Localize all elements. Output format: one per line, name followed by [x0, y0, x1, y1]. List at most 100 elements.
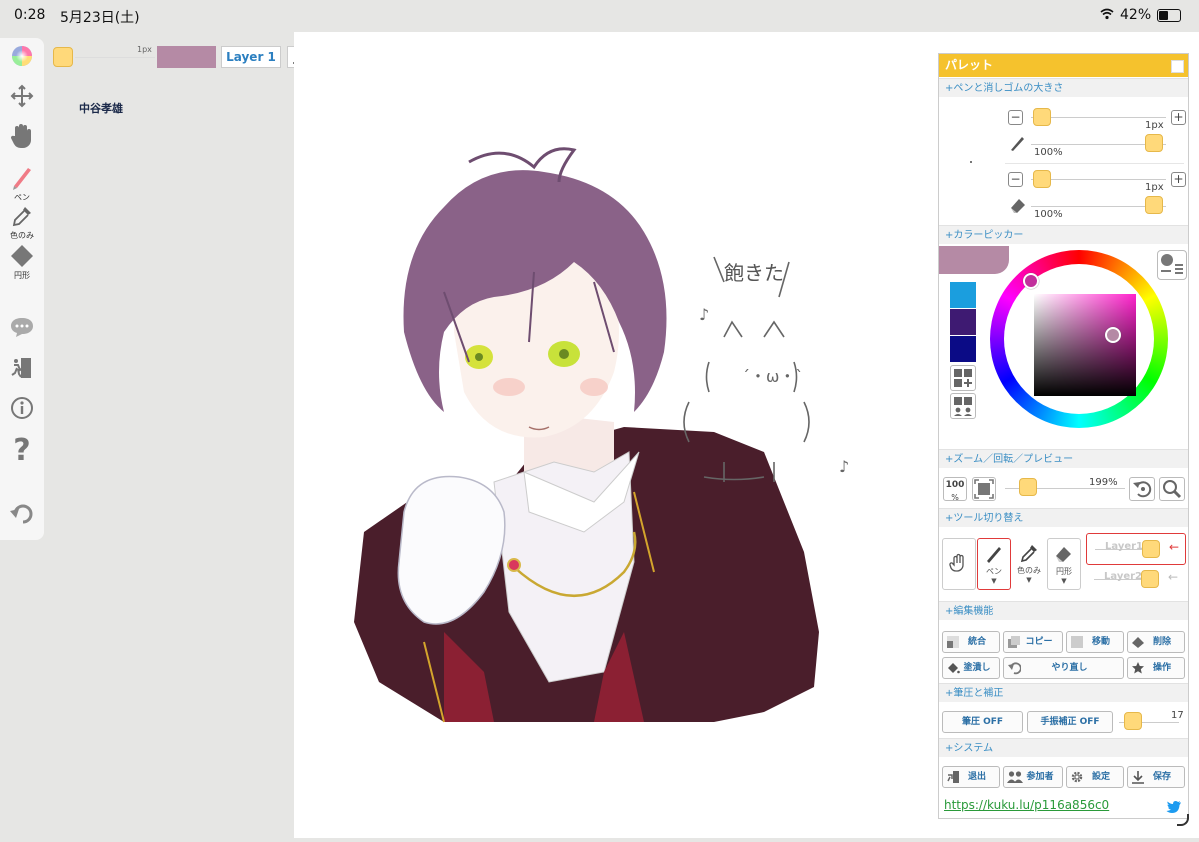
- layer-selector-button[interactable]: Layer 1: [221, 46, 281, 68]
- color-wheel-icon[interactable]: [4, 44, 40, 72]
- color-swatch[interactable]: [950, 309, 976, 335]
- zoom-value: 199%: [1089, 477, 1118, 488]
- swatch-settings-button[interactable]: [950, 393, 976, 419]
- pen-size-minus-button[interactable]: −: [1008, 110, 1023, 125]
- chat-icon[interactable]: [4, 316, 40, 342]
- eraser-size-plus-button[interactable]: +: [1171, 172, 1186, 187]
- pressure-toggle-button[interactable]: 筆圧 OFF: [942, 711, 1023, 733]
- pen-opacity-value: 100%: [1034, 147, 1063, 158]
- gear-icon: [1070, 770, 1084, 784]
- hand-tool-button[interactable]: [942, 538, 976, 590]
- add-swatch-button[interactable]: [950, 365, 976, 391]
- pen-tool-dropdown-icon: ▼: [991, 577, 997, 585]
- eraser-opacity-value: 100%: [1034, 209, 1063, 220]
- pen-opacity-knob[interactable]: [1145, 134, 1163, 152]
- eraser-size-slider[interactable]: [1031, 179, 1166, 180]
- layer-2-row[interactable]: Layer2 ←: [1086, 566, 1186, 592]
- settings-button-label: 設定: [1091, 772, 1110, 782]
- save-button[interactable]: 保存: [1127, 766, 1185, 788]
- copy-button[interactable]: コピー: [1003, 631, 1063, 653]
- pen-eraser-section-header[interactable]: +ペンと消しゴムの大きさ: [939, 78, 1188, 97]
- color-swatch[interactable]: [950, 336, 976, 362]
- preview-button[interactable]: [1159, 477, 1185, 501]
- brush-size-knob[interactable]: [53, 47, 73, 67]
- delete-button[interactable]: 削除: [1127, 631, 1185, 653]
- edit-section-header[interactable]: +編集機能: [939, 601, 1188, 620]
- merge-button[interactable]: 統合: [942, 631, 1000, 653]
- pen-tool[interactable]: ペン: [4, 164, 40, 203]
- wifi-icon: [1100, 8, 1114, 24]
- exit-icon[interactable]: [4, 356, 40, 384]
- svg-text:飽きた: 飽きた: [724, 261, 784, 285]
- layer-2-name: Layer2: [1104, 571, 1143, 582]
- pen-size-slider[interactable]: [1031, 117, 1166, 118]
- action-button-label: 操作: [1152, 663, 1171, 673]
- move-button[interactable]: 移動: [1066, 631, 1124, 653]
- layer-1-opacity-knob[interactable]: [1142, 540, 1160, 558]
- color-wheel[interactable]: [990, 250, 1168, 428]
- stabilizer-knob[interactable]: [1124, 712, 1142, 730]
- participants-button[interactable]: 参加者: [1003, 766, 1063, 788]
- redo-button[interactable]: やり直し: [1003, 657, 1124, 679]
- merge-icon: [946, 635, 960, 649]
- stabilizer-toggle-button[interactable]: 手振補正 OFF: [1027, 711, 1113, 733]
- zoom-100-button[interactable]: 100 %: [943, 477, 967, 502]
- color-picker-section-header[interactable]: +カラーピッカー: [939, 225, 1188, 244]
- eyedropper-icon: [1020, 545, 1037, 563]
- eyedropper-tool-button[interactable]: 色のみ ▼: [1012, 538, 1046, 590]
- add-grid-icon: [954, 369, 972, 387]
- undo-icon[interactable]: [4, 504, 40, 530]
- current-color-swatch[interactable]: [157, 46, 216, 68]
- layer-2-opacity-knob[interactable]: [1141, 570, 1159, 588]
- palette-panel: パレット +ペンと消しゴムの大きさ − + 1px 100% − + 1px 1…: [938, 53, 1189, 826]
- settings-button[interactable]: 設定: [1066, 766, 1124, 788]
- shape-tool[interactable]: 円形: [4, 244, 40, 281]
- rotate-reset-button[interactable]: [1129, 477, 1155, 501]
- svg-text:♪: ♪: [699, 305, 709, 324]
- eraser-size-knob[interactable]: [1033, 170, 1051, 188]
- tool-switch-section-header[interactable]: +ツール切り替え: [939, 508, 1188, 527]
- hand-icon[interactable]: [4, 122, 40, 154]
- eraser-size-minus-button[interactable]: −: [1008, 172, 1023, 187]
- pen-icon: [1009, 134, 1027, 156]
- share-url-link[interactable]: https://kuku.lu/p116a856c0: [944, 798, 1109, 812]
- saturation-value-square[interactable]: [1034, 294, 1136, 396]
- svg-text:´・ω・`: ´・ω・`: [742, 367, 803, 386]
- eyedropper-tool-label: 色のみ: [10, 231, 34, 240]
- status-date: 5月23日(土): [60, 10, 140, 26]
- pen-tool-button[interactable]: ペン ▼: [977, 538, 1011, 590]
- divider: [1005, 163, 1184, 164]
- layer-1-row[interactable]: Layer1 ←: [1086, 533, 1186, 565]
- exit-button[interactable]: 退出: [942, 766, 1000, 788]
- move-button-label: 移動: [1091, 637, 1110, 647]
- save-button-label: 保存: [1152, 772, 1171, 782]
- palette-minimize-button[interactable]: [1171, 60, 1184, 73]
- color-handle[interactable]: [1105, 327, 1121, 343]
- move-icon[interactable]: [4, 84, 40, 112]
- system-section-header[interactable]: +システム: [939, 738, 1188, 757]
- download-icon: [1131, 770, 1145, 784]
- eraser-opacity-knob[interactable]: [1145, 196, 1163, 214]
- fill-button[interactable]: 塗潰し: [942, 657, 1000, 679]
- fit-screen-button[interactable]: [972, 477, 996, 501]
- zoom-knob[interactable]: [1019, 478, 1037, 496]
- stabilizer-value: 17: [1171, 710, 1184, 721]
- pressure-section-header[interactable]: +筆圧と補正: [939, 683, 1188, 702]
- pen-size-knob[interactable]: [1033, 108, 1051, 126]
- redo-icon: [1007, 661, 1022, 675]
- brush-size-slider[interactable]: [75, 57, 155, 58]
- status-time: 0:28: [14, 7, 46, 23]
- pen-size-plus-button[interactable]: +: [1171, 110, 1186, 125]
- shape-tool-button[interactable]: 円形 ▼: [1047, 538, 1081, 590]
- help-icon[interactable]: ?: [4, 433, 40, 468]
- action-button[interactable]: 操作: [1127, 657, 1185, 679]
- info-icon[interactable]: [4, 396, 40, 424]
- hue-handle[interactable]: [1023, 273, 1039, 289]
- delete-button-label: 削除: [1152, 637, 1171, 647]
- pen-tool-button-label: ペン: [986, 567, 1002, 576]
- color-history-icon: [1161, 254, 1183, 274]
- eyedropper-tool[interactable]: 色のみ: [4, 204, 40, 241]
- color-swatch[interactable]: [950, 282, 976, 308]
- color-mode-button[interactable]: [1157, 250, 1187, 280]
- zoom-section-header[interactable]: +ズーム／回転／プレビュー: [939, 449, 1188, 468]
